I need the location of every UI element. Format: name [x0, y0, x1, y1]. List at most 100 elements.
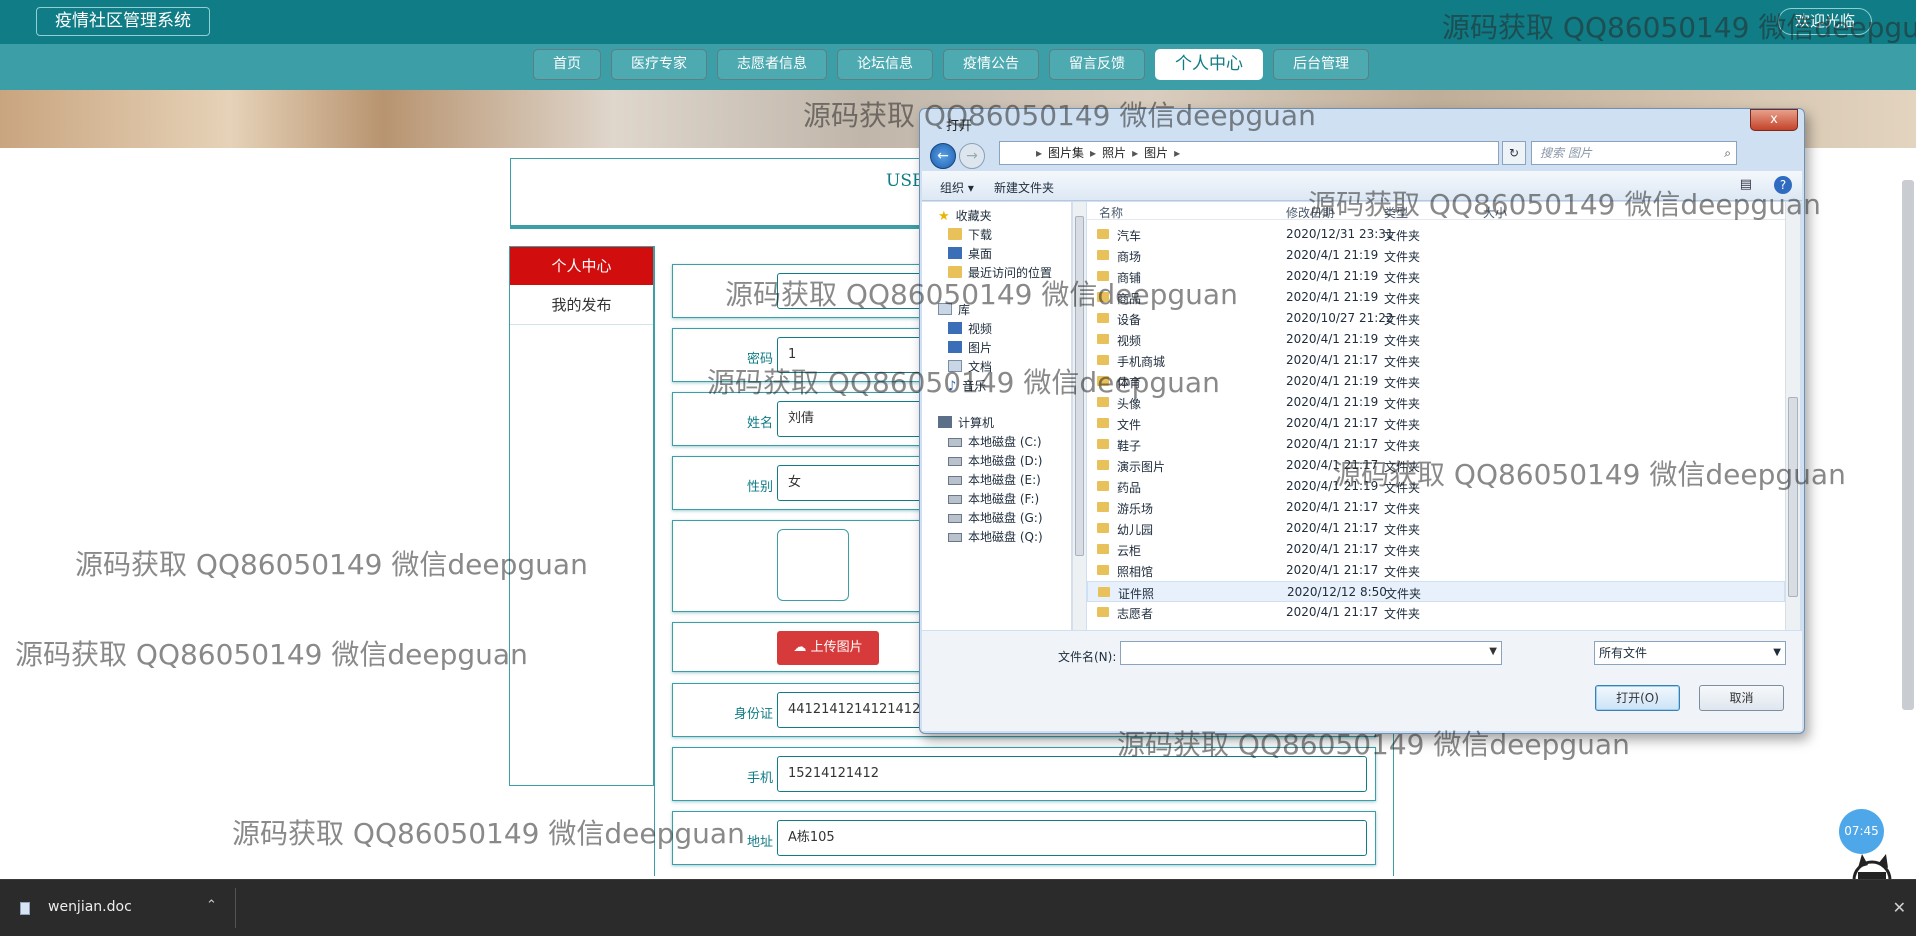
cloud-upload-icon: ☁: [793, 640, 811, 655]
nav-drive[interactable]: 本地磁盘 (E:): [948, 471, 1041, 488]
welcome-button[interactable]: 欢迎光临: [1777, 8, 1872, 35]
nav-downloads[interactable]: 下载: [948, 226, 992, 243]
phone-field[interactable]: 15214121412: [777, 756, 1367, 792]
page-scrollbar[interactable]: [1902, 180, 1914, 710]
divider: [235, 888, 236, 928]
file-row[interactable]: 汽车 2020/12/31 23:31 文件夹: [1087, 224, 1785, 245]
clock-bubble[interactable]: 07:45: [1839, 809, 1884, 854]
filename-input[interactable]: ▼: [1120, 641, 1502, 665]
nav-announcements[interactable]: 疫情公告: [943, 49, 1039, 80]
file-row[interactable]: 游乐场 2020/4/1 21:17 文件夹: [1087, 497, 1785, 518]
file-row[interactable]: 设备 2020/10/27 21:22 文件夹: [1087, 308, 1785, 329]
file-date: 2020/4/1 21:19: [1286, 248, 1379, 262]
view-icon[interactable]: ▤: [1740, 177, 1752, 192]
column-date[interactable]: 修改日期: [1286, 204, 1334, 221]
nav-desktop[interactable]: 桌面: [948, 245, 992, 262]
nav-documents[interactable]: 文档: [948, 358, 992, 375]
file-row[interactable]: 幼儿园 2020/4/1 21:17 文件夹: [1087, 518, 1785, 539]
nav-documents-label: 文档: [968, 360, 993, 374]
address-segment[interactable]: 照片: [1102, 146, 1126, 160]
nav-videos[interactable]: 视频: [948, 320, 992, 337]
file-row[interactable]: 鞋子 2020/4/1 21:17 文件夹: [1087, 434, 1785, 455]
nav-home[interactable]: 首页: [533, 49, 601, 80]
upload-button[interactable]: ☁ 上传图片: [777, 631, 879, 665]
nav-computer[interactable]: 计算机: [938, 414, 994, 431]
nav-drive[interactable]: 本地磁盘 (D:): [948, 452, 1042, 469]
address-segment[interactable]: 图片: [1144, 146, 1168, 160]
file-date: 2020/12/12 8:50: [1287, 585, 1387, 599]
close-icon[interactable]: ✕: [1893, 898, 1906, 917]
cancel-button[interactable]: 取消: [1699, 685, 1784, 711]
search-icon: ⌕: [1724, 146, 1731, 160]
nav-forum[interactable]: 论坛信息: [837, 49, 933, 80]
column-name[interactable]: 名称: [1099, 204, 1123, 221]
nav-drive[interactable]: 本地磁盘 (C:): [948, 433, 1042, 450]
folder-icon: [1097, 355, 1109, 365]
organize-menu[interactable]: 组织 ▾: [940, 179, 974, 196]
nav-libraries[interactable]: 库: [938, 301, 970, 318]
site-title[interactable]: 疫情社区管理系统: [36, 7, 210, 36]
nav-feedback[interactable]: 留言反馈: [1049, 49, 1145, 80]
nav-profile[interactable]: 个人中心: [1155, 49, 1263, 80]
file-row[interactable]: 演示图片 2020/4/1 21:17 文件夹: [1087, 455, 1785, 476]
file-row[interactable]: 商品 2020/4/1 21:19 文件夹: [1087, 287, 1785, 308]
file-row[interactable]: 手机商城 2020/4/1 21:17 文件夹: [1087, 350, 1785, 371]
nav-drive[interactable]: 本地磁盘 (G:): [948, 509, 1043, 526]
nav-recent[interactable]: 最近访问的位置: [948, 264, 1052, 281]
address-bar[interactable]: ▸ 图片集 ▸ 照片 ▸ 图片 ▸: [999, 141, 1499, 165]
file-row[interactable]: 证件照 2020/12/12 8:50 文件夹: [1087, 581, 1785, 602]
side-menu-my-posts[interactable]: 我的发布: [510, 285, 653, 325]
open-button[interactable]: 打开(O): [1595, 685, 1680, 711]
refresh-button[interactable]: ↻: [1502, 141, 1526, 165]
file-row[interactable]: 药品 2020/4/1 21:19 文件夹: [1087, 476, 1785, 497]
file-row[interactable]: 商场 2020/4/1 21:19 文件夹: [1087, 245, 1785, 266]
nav-favorites[interactable]: ★ 收藏夹: [938, 207, 992, 224]
nav-music-label: 音乐: [962, 379, 987, 393]
help-icon[interactable]: ?: [1774, 176, 1792, 194]
nav-pictures[interactable]: 图片: [948, 339, 992, 356]
folder-icon: [1097, 229, 1109, 239]
nav-volunteers[interactable]: 志愿者信息: [717, 49, 827, 80]
filetype-select[interactable]: 所有文件 ▼: [1594, 641, 1786, 665]
file-row[interactable]: 视频 2020/4/1 21:19 文件夹: [1087, 329, 1785, 350]
password-label: 密码: [746, 352, 773, 367]
file-type: 文件夹: [1384, 250, 1421, 264]
file-row[interactable]: 头像 2020/4/1 21:19 文件夹: [1087, 392, 1785, 413]
nav-experts[interactable]: 医疗专家: [611, 49, 707, 80]
scrollbar-thumb[interactable]: [1075, 216, 1084, 556]
nav-music[interactable]: ♪ 音乐: [948, 377, 986, 394]
file-row[interactable]: 文件 2020/4/1 21:17 文件夹: [1087, 413, 1785, 434]
nav-drive[interactable]: 本地磁盘 (F:): [948, 490, 1039, 507]
file-list-scrollbar[interactable]: [1785, 202, 1800, 630]
file-row[interactable]: 云柜 2020/4/1 21:17 文件夹: [1087, 539, 1785, 560]
idcard-label: 身份证: [733, 707, 773, 722]
nav-pane-scrollbar[interactable]: [1072, 202, 1086, 630]
chevron-down-icon[interactable]: ▼: [1489, 646, 1497, 657]
file-date: 2020/4/1 21:19: [1286, 395, 1379, 409]
filename-label: 文件名(N):: [1058, 650, 1117, 664]
side-menu-profile[interactable]: 个人中心: [510, 247, 653, 285]
dialog-close-button[interactable]: x: [1750, 109, 1798, 131]
search-input[interactable]: 搜索 图片 ⌕: [1531, 141, 1737, 165]
file-row[interactable]: 志愿者 2020/4/1 21:17 文件夹: [1087, 602, 1785, 623]
file-date: 2020/4/1 21:19: [1286, 269, 1379, 283]
file-type: 文件夹: [1384, 460, 1421, 474]
chevron-right-icon: ▸: [1132, 146, 1139, 160]
back-button[interactable]: ←: [930, 143, 956, 169]
new-folder-button[interactable]: 新建文件夹: [994, 179, 1054, 196]
chevron-up-icon[interactable]: ⌃: [206, 898, 217, 913]
file-row[interactable]: 体育 2020/4/1 21:19 文件夹: [1087, 371, 1785, 392]
file-date: 2020/4/1 21:17: [1286, 521, 1379, 535]
column-type[interactable]: 类型: [1384, 204, 1408, 221]
column-size[interactable]: 大小: [1483, 204, 1507, 221]
nav-admin[interactable]: 后台管理: [1273, 49, 1369, 80]
scrollbar-thumb[interactable]: [1788, 397, 1798, 597]
folder-icon: [1097, 502, 1109, 512]
address-segment[interactable]: 图片集: [1048, 146, 1084, 160]
address-field[interactable]: A栋105: [777, 820, 1367, 856]
forward-button[interactable]: →: [959, 143, 985, 169]
nav-drive[interactable]: 本地磁盘 (Q:): [948, 528, 1043, 545]
download-file-name[interactable]: wenjian.doc: [48, 899, 132, 915]
file-row[interactable]: 商铺 2020/4/1 21:19 文件夹: [1087, 266, 1785, 287]
file-row[interactable]: 照相馆 2020/4/1 21:17 文件夹: [1087, 560, 1785, 581]
